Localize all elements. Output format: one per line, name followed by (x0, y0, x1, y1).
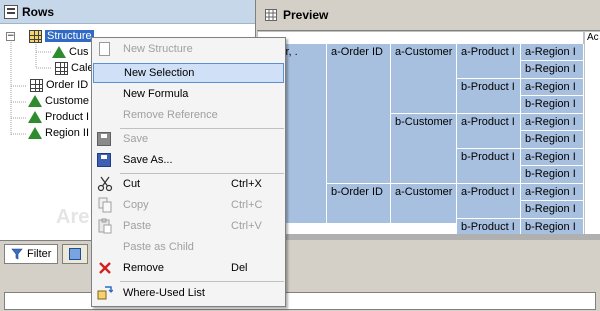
characteristic-icon (28, 95, 42, 107)
menu-where-used-list[interactable]: Where-Used List (93, 283, 284, 303)
menu-save[interactable]: Save (93, 129, 284, 149)
cell-b-region: b-Region I (521, 61, 584, 79)
cell-b-product: b-Product I (457, 79, 521, 114)
tree-item-label: Cus (69, 46, 89, 58)
copy-icon (98, 197, 112, 213)
cell-a-customer-2: a-Customer (391, 184, 457, 224)
cell-ac-column (584, 44, 600, 240)
menu-label: Copy (123, 199, 149, 211)
tree-item-order-id[interactable]: Order ID (30, 77, 88, 93)
characteristic-icon (28, 127, 42, 139)
menu-shortcut: Ctrl+V (231, 220, 262, 232)
cell-b-product: b-Product I (457, 149, 521, 184)
menu-remove-reference[interactable]: Remove Reference (93, 105, 284, 125)
cell-a-customer: a-Customer (391, 44, 457, 114)
menu-new-structure[interactable]: New Structure (93, 39, 284, 59)
menu-label: Paste as Child (123, 241, 194, 253)
where-used-icon (97, 286, 113, 300)
tree-item-label: Order ID (46, 79, 89, 91)
menu-label: Save As... (123, 154, 173, 166)
menu-separator (120, 281, 284, 282)
cell-b-order: b-Order ID (327, 184, 391, 224)
menu-new-formula[interactable]: New Formula (93, 84, 284, 104)
menu-remove[interactable]: Remove Del (93, 258, 284, 278)
remove-x-icon (99, 262, 111, 274)
filter-icon (11, 248, 23, 259)
tree-item-customer-child[interactable]: Cus (52, 44, 89, 60)
cell-a-region: a-Region I (521, 149, 584, 166)
tree-item-label: Structure (45, 30, 94, 42)
new-structure-icon (99, 42, 110, 56)
horizontal-scrollbar[interactable] (257, 234, 600, 240)
tree-item-label: Region II (45, 127, 90, 139)
cell-a-product: a-Product I (457, 44, 521, 79)
tab-filter-label: Filter (27, 247, 52, 260)
menu-new-selection[interactable]: New Selection (93, 63, 284, 83)
menu-copy[interactable]: Copy Ctrl+C (93, 195, 284, 215)
cell-a-product: a-Product I (457, 114, 521, 149)
menu-shortcut: Ctrl+X (231, 178, 262, 190)
tab-second[interactable] (62, 243, 89, 264)
menu-label: New Structure (123, 43, 193, 55)
bottom-strip (0, 266, 600, 311)
preview-header: Preview (257, 0, 600, 30)
tree-item-region[interactable]: Region II (28, 125, 89, 141)
structure-icon (29, 29, 42, 43)
cell-a-region: a-Region I (521, 184, 584, 201)
rows-icon (4, 4, 18, 19)
tree-item-label: Custome (45, 95, 90, 107)
cell-a-region: a-Region I (521, 79, 584, 96)
collapse-icon[interactable]: − (6, 31, 15, 41)
preview-grid: Ac tomer, . a-Order ID b-Order ID a-Cust… (257, 30, 600, 240)
column-header: Ac (584, 31, 600, 45)
tree-item-calendar[interactable]: Cale (55, 60, 94, 76)
characteristic-icon (52, 46, 66, 58)
context-menu: New Structure New Selection New Formula … (91, 37, 286, 307)
menu-label: Remove (123, 262, 164, 274)
menu-label: Where-Used List (123, 287, 205, 299)
rows-header: Rows (0, 0, 255, 24)
paste-icon (98, 218, 112, 234)
cell-b-customer: b-Customer (391, 114, 457, 184)
key-figure-icon (30, 78, 43, 92)
cell-a-region: a-Region I (521, 44, 584, 61)
empty-area-watermark: Are (56, 206, 90, 228)
menu-cut[interactable]: Cut Ctrl+X (93, 174, 284, 194)
menu-label: Cut (123, 178, 141, 190)
cell-a-product: a-Product I (457, 184, 521, 219)
menu-save-as[interactable]: Save As... (93, 150, 284, 170)
panel-icon (69, 247, 82, 260)
scissors-icon (97, 176, 113, 192)
save-icon (97, 132, 111, 146)
preview-title: Preview (283, 8, 329, 22)
preview-grid-icon (265, 9, 277, 21)
menu-paste[interactable]: Paste Ctrl+V (93, 216, 284, 236)
menu-label: Paste (123, 220, 152, 232)
cell-b-region: b-Region I (521, 96, 584, 114)
cell-b-region: b-Region I (521, 166, 584, 184)
tree-item-product[interactable]: Product I (28, 109, 89, 125)
key-figure-icon (55, 61, 68, 75)
tree-item-label: Product I (45, 111, 90, 123)
menu-label: Remove Reference (123, 109, 218, 121)
tree-item-structure[interactable]: − Structure (6, 28, 94, 44)
menu-shortcut: Del (231, 262, 248, 274)
menu-shortcut: Ctrl+C (231, 199, 263, 211)
characteristic-icon (28, 111, 42, 123)
tree-item-customer[interactable]: Custome (28, 93, 89, 109)
header-blank (257, 31, 584, 45)
cell-a-order: a-Order ID (327, 44, 391, 184)
rows-title: Rows (22, 4, 55, 19)
menu-label: Save (123, 133, 149, 145)
menu-label: New Formula (123, 88, 189, 100)
tab-filter[interactable]: Filter (4, 243, 59, 264)
cell-b-region: b-Region I (521, 201, 584, 219)
save-as-icon (97, 153, 111, 167)
menu-label: New Selection (124, 67, 195, 79)
cell-a-region: a-Region I (521, 114, 584, 131)
menu-paste-as-child[interactable]: Paste as Child (93, 237, 284, 257)
cell-b-region: b-Region I (521, 131, 584, 149)
